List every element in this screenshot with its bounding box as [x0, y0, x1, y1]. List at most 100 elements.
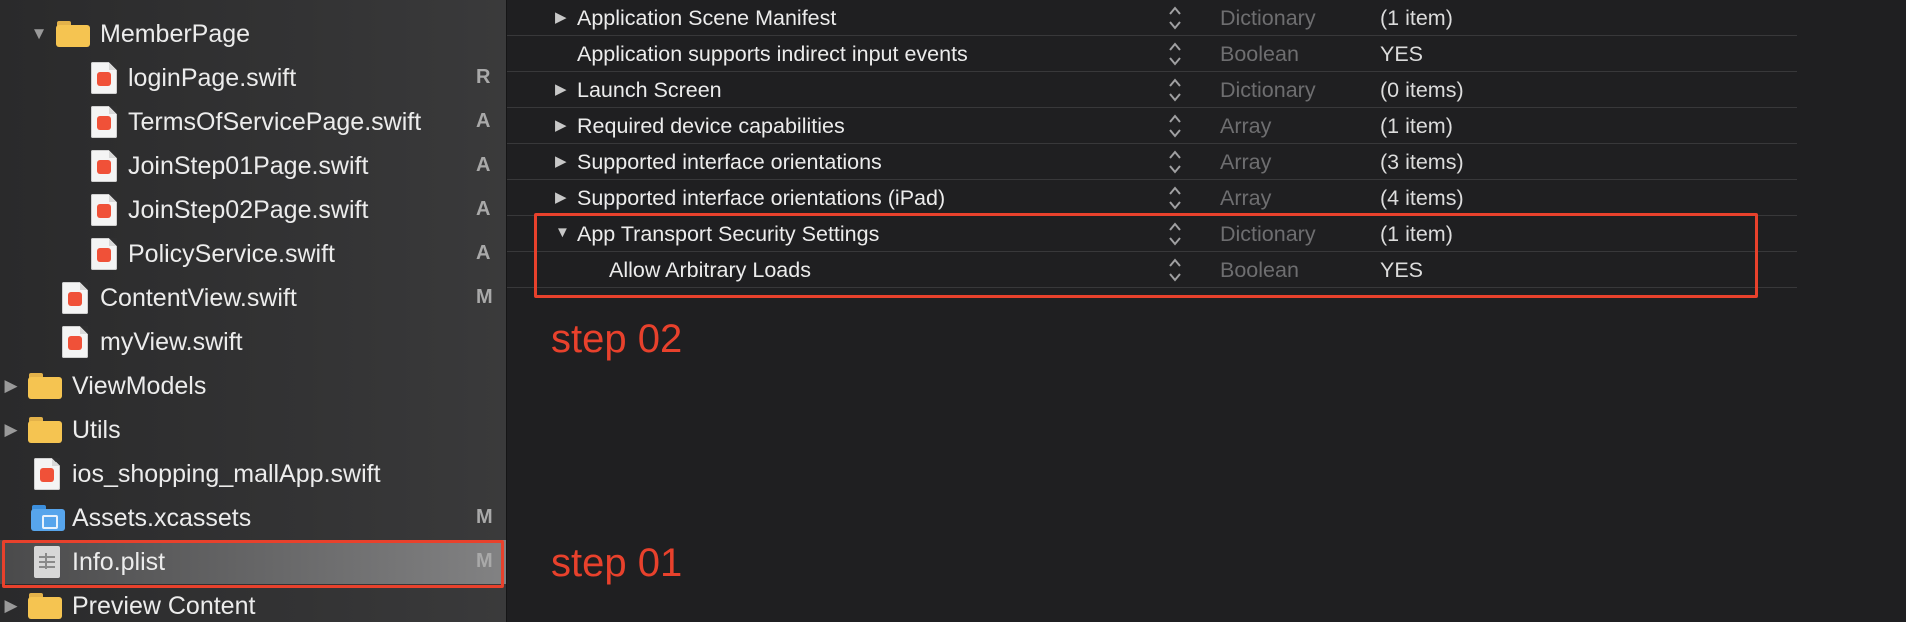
folder-icon — [28, 373, 62, 399]
plist-row-supported-interface-orientations[interactable]: ▶ Supported interface orientations Array (3… — [507, 144, 1797, 180]
type-stepper-icon[interactable] — [1168, 148, 1182, 176]
disclosure-collapsed-icon[interactable]: ▶ — [555, 152, 567, 170]
row-divider — [507, 287, 1797, 288]
source-control-status-badge: A — [476, 198, 491, 220]
plist-type[interactable]: Array — [1220, 186, 1271, 211]
type-stepper-icon[interactable] — [1168, 76, 1182, 104]
plist-key[interactable]: Supported interface orientations — [577, 150, 882, 175]
folder-icon — [28, 593, 62, 619]
plist-key[interactable]: Launch Screen — [577, 78, 722, 103]
plist-type[interactable]: Boolean — [1220, 258, 1299, 283]
disclosure-collapsed-icon[interactable]: ▶ — [555, 8, 567, 26]
sidebar-item-ios-shopping-mallapp-swift[interactable]: ios_shopping_mallApp.swift — [0, 452, 506, 496]
sidebar-item-joinstep01page-swift[interactable]: JoinStep01Page.swift A — [0, 144, 506, 188]
sidebar-item-contentview-swift[interactable]: ContentView.swift M — [0, 276, 506, 320]
type-stepper-icon[interactable] — [1168, 40, 1182, 68]
plist-row-application-scene-manifest[interactable]: ▶ Application Scene Manifest Dictionary (1 … — [507, 0, 1797, 36]
swift-file-icon — [91, 150, 117, 182]
folder-icon — [28, 417, 62, 443]
plist-value[interactable]: (0 items) — [1380, 78, 1464, 103]
plist-type[interactable]: Dictionary — [1220, 222, 1316, 247]
step01-annotation: step 01 — [551, 541, 683, 585]
swift-file-icon — [62, 326, 88, 358]
sidebar-item-label: Assets.xcassets — [72, 504, 252, 532]
plist-value[interactable]: (3 items) — [1380, 150, 1464, 175]
sidebar-item-label: ContentView.swift — [100, 284, 297, 312]
plist-key[interactable]: Allow Arbitrary Loads — [609, 258, 811, 283]
type-stepper-icon[interactable] — [1168, 112, 1182, 140]
disclosure-expanded-icon[interactable]: ▼ — [555, 224, 570, 241]
plist-type[interactable]: Dictionary — [1220, 78, 1316, 103]
step02-annotation: step 02 — [551, 317, 683, 361]
plist-row-application-supports-indirect-input-events[interactable]: Application supports indirect input even… — [507, 36, 1797, 72]
swift-file-icon — [34, 458, 60, 490]
plist-value[interactable]: (1 item) — [1380, 114, 1453, 139]
sidebar-item-info-plist[interactable]: Info.plist M — [0, 540, 506, 584]
plist-row-allow-arbitrary-loads[interactable]: Allow Arbitrary Loads Boolean YES — [507, 252, 1797, 288]
source-control-status-badge: A — [476, 110, 491, 132]
sidebar-item-viewmodels[interactable]: ▶ ViewModels — [0, 364, 506, 408]
source-control-status-badge: M — [476, 506, 493, 528]
sidebar-item-label: ios_shopping_mallApp.swift — [72, 460, 381, 488]
source-control-status-badge: R — [476, 66, 491, 88]
plist-value[interactable]: (1 item) — [1380, 222, 1453, 247]
sidebar-item-assets-xcassets[interactable]: Assets.xcassets M — [0, 496, 506, 540]
plist-type[interactable]: Boolean — [1220, 42, 1299, 67]
disclosure-collapsed-icon[interactable]: ▶ — [555, 80, 567, 98]
sidebar-item-label: myView.swift — [100, 328, 243, 356]
project-navigator: ▼ MemberPage loginPage.swift R TermsOfServic… — [0, 0, 507, 622]
swift-file-icon — [91, 238, 117, 270]
type-stepper-icon[interactable] — [1168, 220, 1182, 248]
disclosure-expanded-icon[interactable]: ▼ — [28, 23, 50, 45]
plist-type[interactable]: Dictionary — [1220, 6, 1316, 31]
source-control-status-badge: M — [476, 286, 493, 308]
plist-value[interactable]: YES — [1380, 258, 1423, 283]
source-control-status-badge: M — [476, 550, 493, 572]
sidebar-item-label: TermsOfServicePage.swift — [128, 108, 422, 136]
disclosure-collapsed-icon[interactable]: ▶ — [0, 595, 22, 617]
sidebar-item-label: Preview Content — [72, 592, 256, 620]
plist-key[interactable]: Supported interface orientations (iPad) — [577, 186, 945, 211]
plist-row-supported-interface-orientations-ipad[interactable]: ▶ Supported interface orientations (iPad)… — [507, 180, 1797, 216]
sidebar-item-utils[interactable]: ▶ Utils — [0, 408, 506, 452]
type-stepper-icon[interactable] — [1168, 256, 1182, 284]
sidebar-item-memberpage[interactable]: ▼ MemberPage — [0, 12, 506, 56]
plist-row-required-device-capabilities[interactable]: ▶ Required device capabilities Array (1 ite… — [507, 108, 1797, 144]
sidebar-item-loginpage-swift[interactable]: loginPage.swift R — [0, 56, 506, 100]
sidebar-item-label: ViewModels — [72, 372, 207, 400]
folder-icon — [56, 21, 90, 47]
sidebar-item-label: JoinStep01Page.swift — [128, 152, 369, 180]
sidebar-item-label: MemberPage — [100, 20, 251, 48]
plist-key[interactable]: App Transport Security Settings — [577, 222, 879, 247]
swift-file-icon — [91, 106, 117, 138]
sidebar-item-myview-swift[interactable]: myView.swift — [0, 320, 506, 364]
disclosure-collapsed-icon[interactable]: ▶ — [0, 419, 22, 441]
swift-file-icon — [62, 282, 88, 314]
plist-type[interactable]: Array — [1220, 114, 1271, 139]
sidebar-item-label: JoinStep02Page.swift — [128, 196, 369, 224]
plist-row-app-transport-security-settings[interactable]: ▼ App Transport Security Settings Dictiona… — [507, 216, 1797, 252]
disclosure-collapsed-icon[interactable]: ▶ — [555, 188, 567, 206]
sidebar-item-label: Info.plist — [72, 548, 166, 576]
sidebar-item-termsofservicepage-swift[interactable]: TermsOfServicePage.swift A — [0, 100, 506, 144]
sidebar-item-joinstep02page-swift[interactable]: JoinStep02Page.swift A — [0, 188, 506, 232]
disclosure-collapsed-icon[interactable]: ▶ — [555, 116, 567, 134]
sidebar-item-policyservice-swift[interactable]: PolicyService.swift A — [0, 232, 506, 276]
plist-value[interactable]: YES — [1380, 42, 1423, 67]
plist-key[interactable]: Application Scene Manifest — [577, 6, 836, 31]
sidebar-item-label: Utils — [72, 416, 121, 444]
sidebar-item-preview-content[interactable]: ▶ Preview Content — [0, 584, 506, 622]
type-stepper-icon[interactable] — [1168, 4, 1182, 32]
plist-editor: ▶ Application Scene Manifest Dictionary (1 … — [507, 0, 1906, 622]
plist-value[interactable]: (4 items) — [1380, 186, 1464, 211]
plist-value[interactable]: (1 item) — [1380, 6, 1453, 31]
source-control-status-badge: A — [476, 154, 491, 176]
plist-key[interactable]: Required device capabilities — [577, 114, 845, 139]
type-stepper-icon[interactable] — [1168, 184, 1182, 212]
plist-row-launch-screen[interactable]: ▶ Launch Screen Dictionary (0 items) — [507, 72, 1797, 108]
source-control-status-badge: A — [476, 242, 491, 264]
sidebar-item-label: loginPage.swift — [128, 64, 297, 92]
plist-type[interactable]: Array — [1220, 150, 1271, 175]
disclosure-collapsed-icon[interactable]: ▶ — [0, 375, 22, 397]
plist-key[interactable]: Application supports indirect input even… — [577, 42, 968, 67]
